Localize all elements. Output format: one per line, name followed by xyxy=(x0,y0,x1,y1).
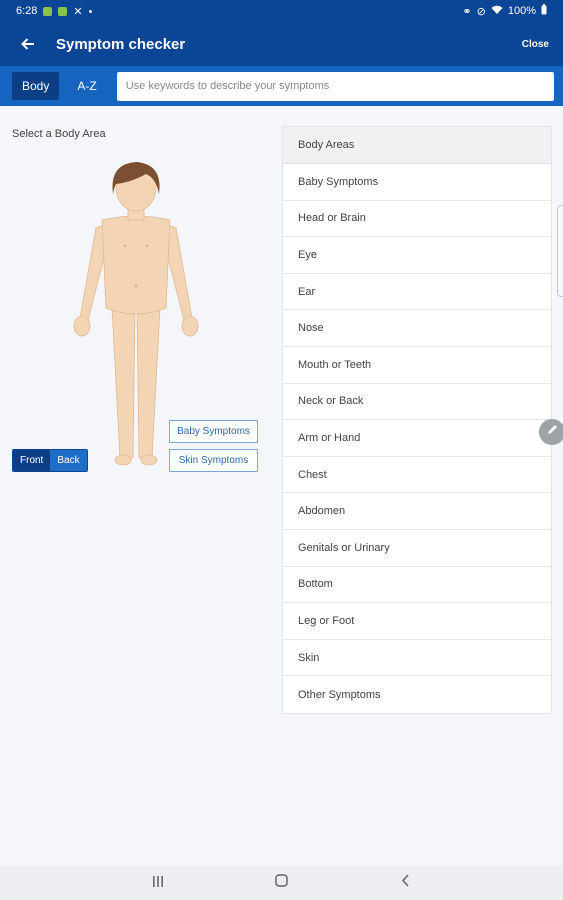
nav-back-button[interactable] xyxy=(394,871,418,895)
left-leg xyxy=(111,307,136,459)
list-item-chest[interactable]: Chest xyxy=(283,457,551,494)
pencil-icon xyxy=(546,423,559,441)
list-item-nose[interactable]: Nose xyxy=(283,310,551,347)
home-button[interactable] xyxy=(270,871,294,895)
left-foot xyxy=(114,454,132,466)
list-item-eye[interactable]: Eye xyxy=(283,237,551,274)
list-item-abdomen[interactable]: Abdomen xyxy=(283,493,551,530)
list-item-genitals-or-urinary[interactable]: Genitals or Urinary xyxy=(283,530,551,567)
torso xyxy=(101,215,171,315)
link-icon: ⚭ xyxy=(462,5,472,18)
tab-body[interactable]: Body xyxy=(12,72,60,100)
left-hand xyxy=(73,315,91,337)
more-notifications-icon xyxy=(88,9,92,13)
search-input[interactable] xyxy=(116,71,554,101)
edit-button[interactable] xyxy=(539,419,563,445)
android-notification-icon xyxy=(58,6,68,16)
back-view-button[interactable]: Back xyxy=(50,450,87,471)
select-body-area-label: Select a Body Area xyxy=(12,128,106,140)
right-leg xyxy=(136,307,161,459)
status-bar: 6:28 ✕ ⚭ ⊘ 100% xyxy=(0,0,563,22)
arrow-left-icon xyxy=(21,34,35,55)
mute-icon: ⊘ xyxy=(476,5,486,18)
baby-symptoms-button[interactable]: Baby Symptoms xyxy=(169,420,258,443)
home-icon xyxy=(275,874,288,892)
edge-panel-handle[interactable] xyxy=(557,205,563,297)
right-foot xyxy=(140,454,158,466)
list-item-head-or-brain[interactable]: Head or Brain xyxy=(283,201,551,238)
left-arm xyxy=(79,223,107,321)
body-areas-list: Body Areas Baby Symptoms Head or Brain E… xyxy=(282,126,552,714)
page-title: Symptom checker xyxy=(56,35,186,53)
list-item-other-symptoms[interactable]: Other Symptoms xyxy=(283,676,551,713)
crossed-tools-icon: ✕ xyxy=(73,5,83,18)
status-time: 6:28 xyxy=(16,5,38,17)
list-item-arm-or-hand[interactable]: Arm or Hand xyxy=(283,420,551,457)
right-arm xyxy=(165,223,193,321)
search-row: Body A-Z xyxy=(0,66,563,106)
right-hand xyxy=(181,315,199,337)
list-item-ear[interactable]: Ear xyxy=(283,274,551,311)
list-item-mouth-or-teeth[interactable]: Mouth or Teeth xyxy=(283,347,551,384)
nav-back-icon xyxy=(401,874,410,892)
body-areas-header: Body Areas xyxy=(283,127,551,164)
list-item-skin[interactable]: Skin xyxy=(283,640,551,677)
tab-a-z[interactable]: A-Z xyxy=(67,72,106,100)
list-item-leg-or-foot[interactable]: Leg or Foot xyxy=(283,603,551,640)
recents-button[interactable] xyxy=(146,871,170,895)
back-button[interactable] xyxy=(0,22,56,66)
front-view-button[interactable]: Front xyxy=(13,450,51,471)
android-notification-icon xyxy=(43,6,53,16)
system-nav-bar xyxy=(0,866,563,900)
list-item-bottom[interactable]: Bottom xyxy=(283,567,551,604)
close-button[interactable]: Close xyxy=(522,39,549,50)
list-item-baby-symptoms[interactable]: Baby Symptoms xyxy=(283,164,551,201)
wifi-icon xyxy=(491,5,503,18)
battery-level: 100% xyxy=(507,5,536,17)
recents-icon xyxy=(152,874,164,892)
skin-symptoms-button[interactable]: Skin Symptoms xyxy=(169,449,258,472)
app-bar: Symptom checker Close xyxy=(0,22,563,66)
front-back-toggle: Front Back xyxy=(12,449,88,472)
list-item-neck-or-back[interactable]: Neck or Back xyxy=(283,384,551,421)
battery-icon xyxy=(541,4,547,18)
